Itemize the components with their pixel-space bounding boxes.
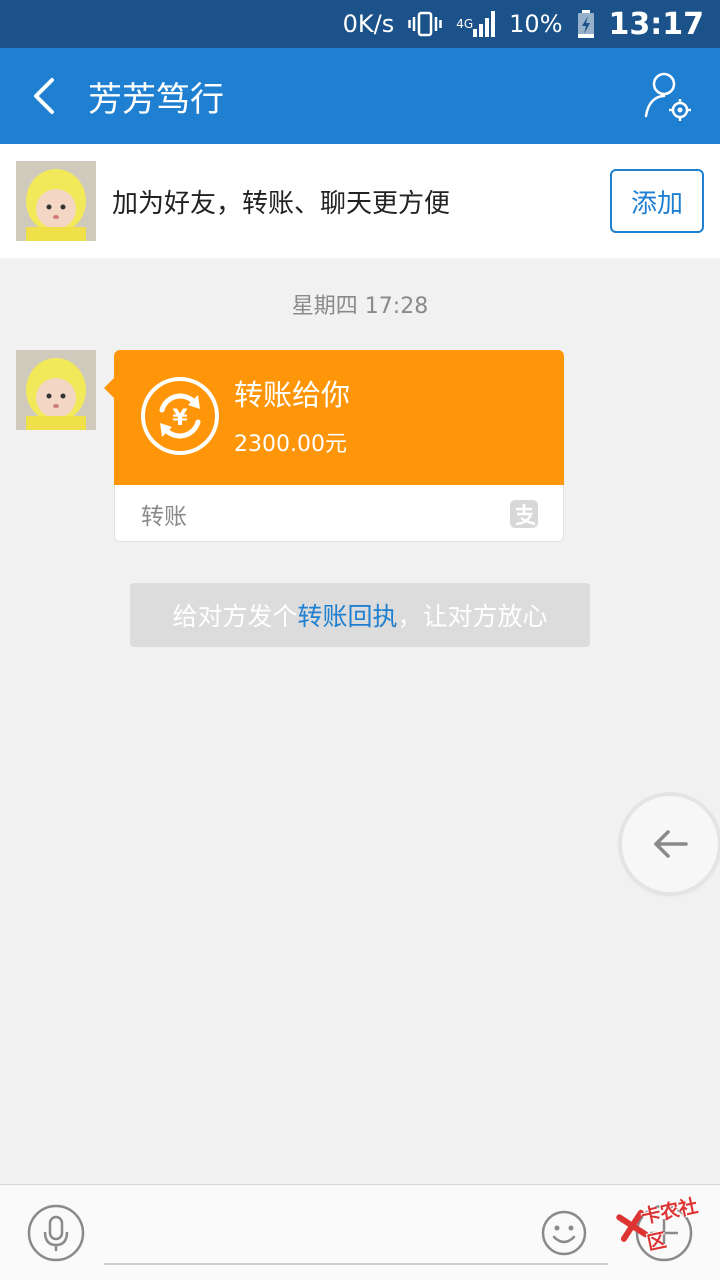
transfer-type-label: 转账 [141, 504, 187, 530]
transfer-card-header: ¥ 转账给你 2300.00元 [114, 350, 564, 485]
bubble-pointer [104, 378, 114, 398]
svg-text:¥: ¥ [172, 406, 188, 431]
chat-title: 芳芳笃行 [88, 79, 224, 120]
transfer-card-footer: 转账 [114, 485, 564, 542]
transfer-message-card[interactable]: ¥ 转账给你 2300.00元 转账 [104, 350, 564, 542]
transfer-yuan-icon: ¥ [141, 377, 219, 455]
alipay-icon [510, 500, 538, 528]
vibrate-icon [408, 10, 442, 38]
transfer-amount: 2300.00元 [234, 432, 347, 457]
smiley-icon [541, 1210, 587, 1256]
avatar[interactable] [16, 161, 96, 241]
back-button[interactable] [0, 48, 88, 144]
chevron-left-icon [34, 78, 54, 114]
transfer-title: 转账给你 [234, 378, 351, 412]
receipt-hint-suffix: ，让对方放心 [397, 602, 548, 631]
profile-settings-button[interactable] [640, 70, 692, 122]
title-bar: 芳芳笃行 [0, 48, 720, 144]
voice-input-button[interactable] [26, 1203, 86, 1263]
profile-settings-icon [644, 72, 691, 121]
status-bar: 0K/s 4G 10% 13:17 [0, 0, 720, 48]
emoji-button[interactable] [540, 1209, 588, 1257]
battery-percent: 10% [509, 10, 563, 38]
arrow-left-icon [654, 830, 688, 858]
message-text-input[interactable] [104, 1205, 608, 1265]
transfer-receipt-hint: 给对方发个 转账回执 ，让对方放心 [130, 583, 590, 647]
microphone-icon [27, 1204, 85, 1262]
battery-charging-icon [577, 10, 595, 38]
add-friend-prompt: 加为好友，转账、聊天更方便 [112, 188, 451, 219]
add-friend-banner: 加为好友，转账、聊天更方便 添加 [0, 144, 720, 258]
floating-back-button[interactable] [622, 796, 718, 892]
signal-icon: 4G [456, 11, 496, 37]
transfer-receipt-link[interactable]: 转账回执 [297, 597, 397, 633]
add-friend-button[interactable]: 添加 [610, 169, 704, 233]
clock: 13:17 [608, 6, 705, 42]
sender-avatar[interactable] [16, 350, 96, 430]
net-speed: 0K/s [342, 10, 395, 38]
message-timestamp: 星期四 17:28 [291, 294, 429, 319]
network-type: 4G [456, 17, 474, 31]
receipt-hint-prefix: 给对方发个 [172, 602, 298, 631]
